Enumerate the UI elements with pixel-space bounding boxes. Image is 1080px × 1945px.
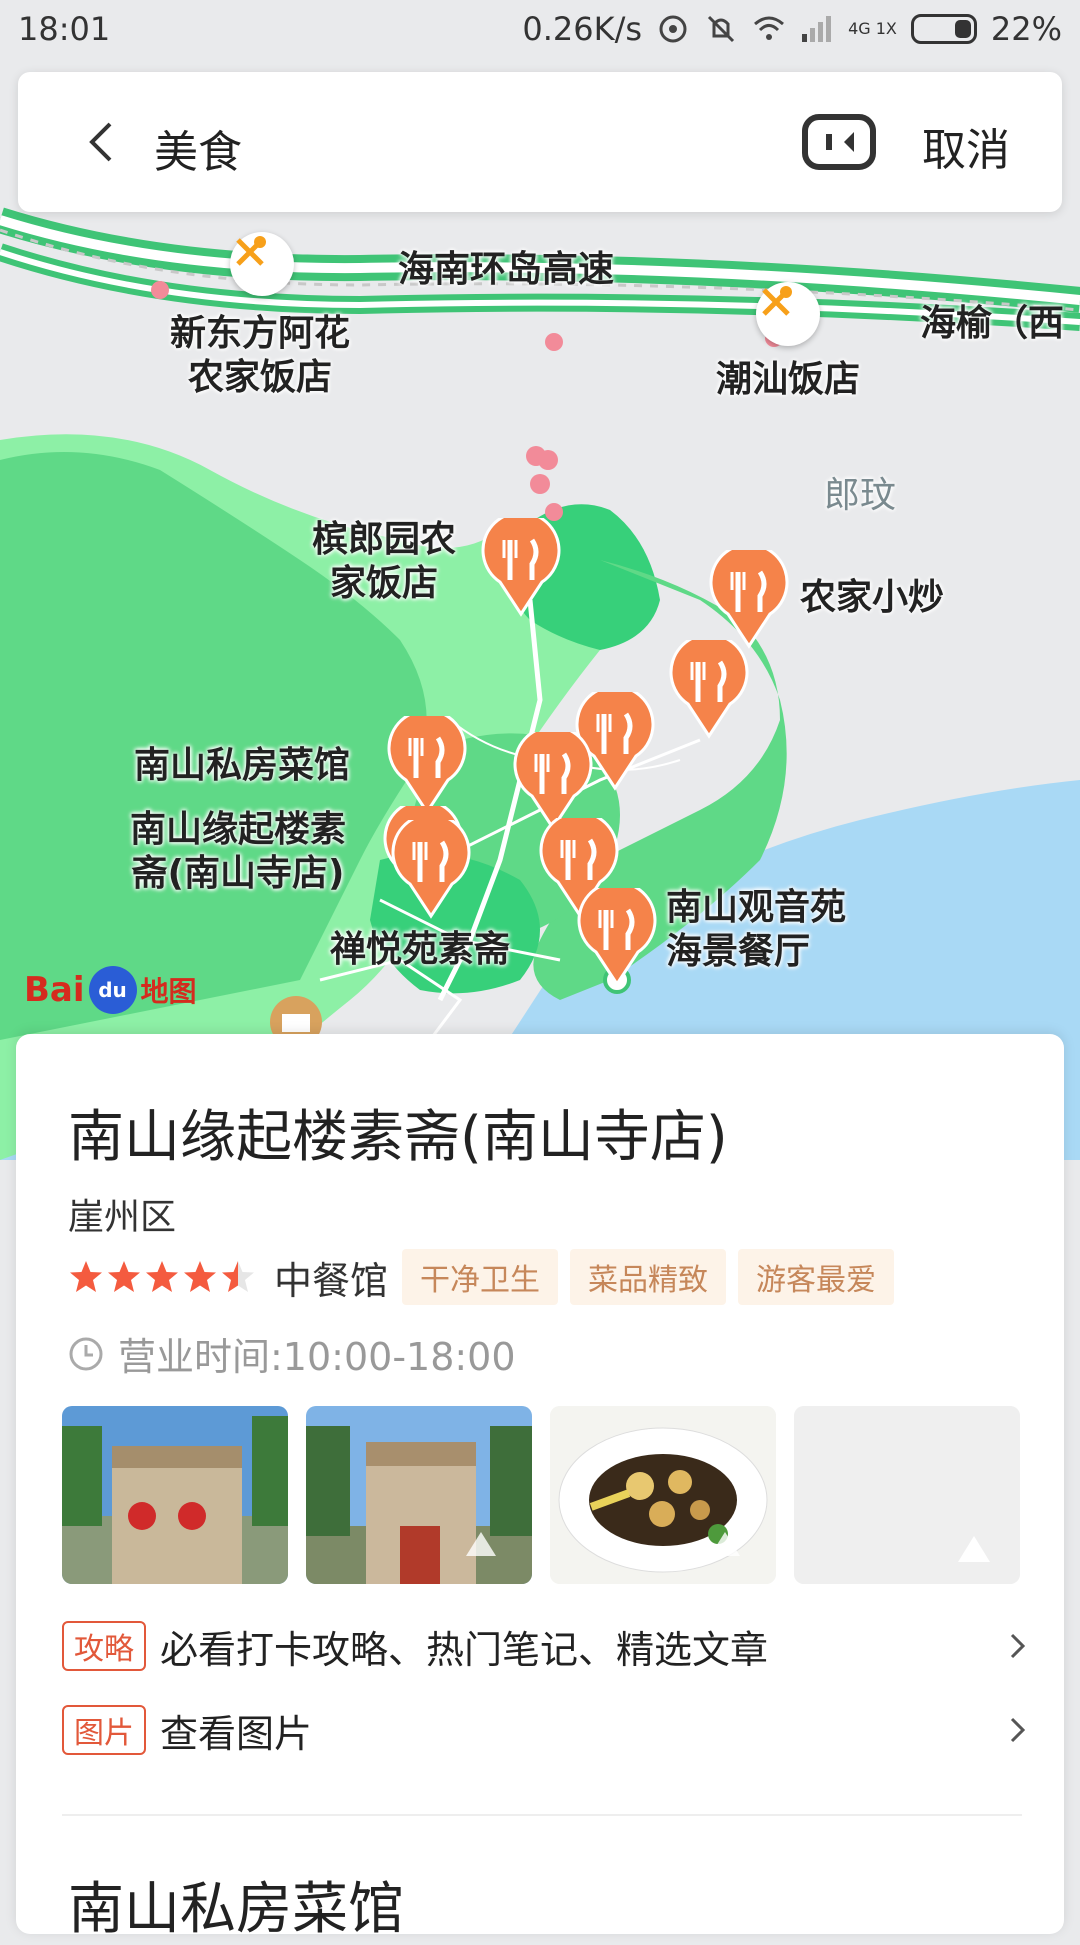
- battery-icon: [910, 14, 977, 44]
- restaurant-pin-selected-icon[interactable]: [390, 820, 472, 920]
- photos-badge: 图片: [62, 1705, 146, 1755]
- district-label: 崖州区: [68, 1197, 177, 1238]
- poi-label[interactable]: 南山缘起楼素 斋(南山寺店): [130, 808, 346, 896]
- star-icon: [146, 1261, 178, 1292]
- photo-strip: [62, 1406, 1020, 1584]
- signal-icon: [802, 16, 832, 42]
- category-label: 中餐馆: [274, 1258, 389, 1303]
- baidu-map-logo: Bai du 地图: [24, 966, 197, 1014]
- guide-link[interactable]: 攻略 必看打卡攻略、热门笔记、精选文章: [62, 1620, 1032, 1672]
- poi-label[interactable]: 槟郎园农 家饭店: [312, 518, 456, 606]
- ar-camera-icon[interactable]: [802, 114, 876, 170]
- divider: [62, 1814, 1022, 1816]
- poi-label[interactable]: 农家小炒: [800, 576, 944, 620]
- chevron-right-icon: [1010, 1717, 1026, 1743]
- search-bar: 美食 取消: [18, 72, 1062, 212]
- photo-placeholder[interactable]: [794, 1406, 1020, 1584]
- cancel-button[interactable]: 取消: [922, 114, 1010, 178]
- chevron-right-icon: [1010, 1633, 1026, 1659]
- logo-text-2: 地图: [140, 975, 197, 1008]
- photo-thumbnail-gate[interactable]: [62, 1406, 288, 1584]
- result-card[interactable]: 南山缘起楼素斋(南山寺店) 崖州区 中餐馆 干净卫生 菜品精致 游客最爱 营业时…: [16, 1034, 1064, 1942]
- hours-text: 营业时间:10:00-18:00: [118, 1335, 516, 1379]
- guide-link-text: 必看打卡攻略、热门笔记、精选文章: [160, 1627, 769, 1672]
- back-arrow-icon[interactable]: [78, 118, 126, 166]
- poi-restaurant-icon[interactable]: [230, 232, 294, 296]
- network-type: 4G 1X: [848, 19, 897, 38]
- restaurant-pin-icon[interactable]: [512, 732, 594, 832]
- feature-tag: 菜品精致: [570, 1249, 727, 1305]
- network-speed: 0.26K/s: [522, 10, 643, 48]
- restaurant-pin-icon[interactable]: [668, 640, 750, 740]
- logo-text: Bai: [24, 970, 85, 1010]
- restaurant-pin-icon[interactable]: [708, 550, 790, 650]
- mute-icon: [708, 15, 735, 43]
- restaurant-pin-icon[interactable]: [480, 518, 562, 618]
- status-time: 18:01: [18, 10, 111, 48]
- restaurant-pin-icon[interactable]: [386, 716, 468, 816]
- star-icon: [108, 1261, 140, 1292]
- road-label-2: 海榆（西: [920, 303, 1065, 344]
- half-star-icon: [222, 1261, 254, 1292]
- clock-icon: [69, 1337, 103, 1370]
- poi-label[interactable]: 新东方阿花 农家饭店: [170, 312, 350, 400]
- star-icon: [70, 1261, 102, 1292]
- paw-icon: du: [88, 966, 137, 1014]
- search-query[interactable]: 美食: [154, 116, 242, 180]
- road-label: 海南环岛高速: [398, 249, 615, 290]
- poi-label[interactable]: 潮汕饭店: [716, 358, 860, 402]
- wifi-icon: [754, 16, 785, 40]
- photo-thumbnail-dish[interactable]: [550, 1406, 776, 1584]
- restaurant-pin-icon[interactable]: [576, 888, 658, 988]
- poi-label[interactable]: 南山观音苑 海景餐厅: [666, 886, 846, 974]
- star-icon: [184, 1261, 216, 1292]
- area-label: 郎玟: [824, 475, 897, 516]
- status-bar: 18:01 0.26K/s 4G 1X 22%: [0, 0, 1080, 62]
- hotspot-icon: [659, 15, 687, 43]
- poi-restaurant-icon[interactable]: [756, 282, 820, 346]
- restaurant-name[interactable]: 南山缘起楼素斋(南山寺店): [68, 1092, 728, 1173]
- feature-tag: 干净卫生: [402, 1249, 559, 1305]
- poi-label[interactable]: 禅悦苑素斋: [330, 928, 510, 972]
- status-icons: 0.26K/s 4G 1X 22%: [522, 10, 1062, 48]
- next-restaurant-name[interactable]: 南山私房菜馆: [68, 1864, 404, 1945]
- guide-badge: 攻略: [62, 1621, 146, 1671]
- rating-row: 中餐馆 干净卫生 菜品精致 游客最爱: [68, 1249, 906, 1305]
- poi-label[interactable]: 南山私房菜馆: [134, 744, 350, 788]
- battery-level: 22%: [990, 10, 1062, 48]
- opening-hours: 营业时间:10:00-18:00: [68, 1326, 516, 1381]
- photos-link-text: 查看图片: [160, 1711, 313, 1756]
- photos-link[interactable]: 图片 查看图片: [62, 1704, 1032, 1756]
- rating-stars: [68, 1259, 256, 1295]
- feature-tag: 游客最爱: [738, 1249, 895, 1305]
- photo-thumbnail-building[interactable]: [306, 1406, 532, 1584]
